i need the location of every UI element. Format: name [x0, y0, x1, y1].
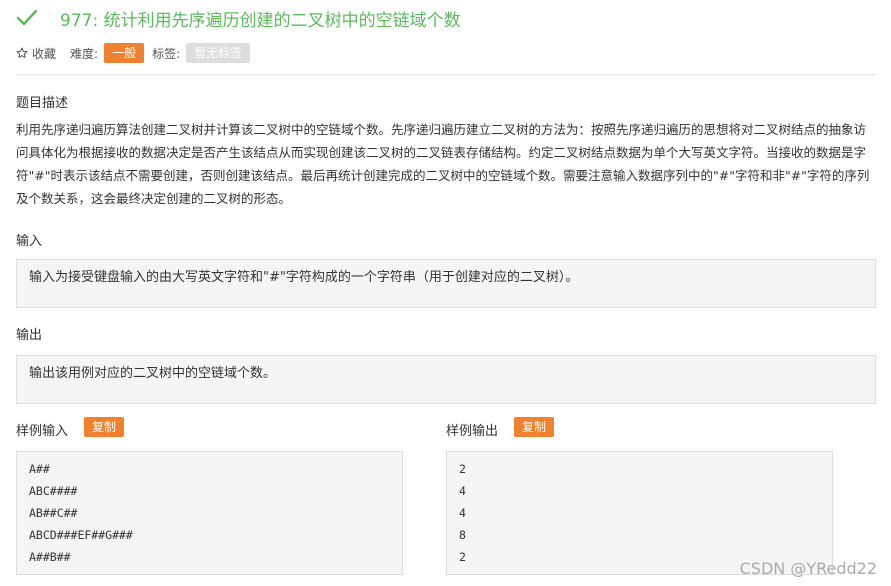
sample-output-line: 8 — [459, 528, 466, 542]
favorite-button[interactable]: 收藏 — [32, 45, 56, 62]
header-divider — [16, 74, 876, 75]
description-text: 利用先序递归遍历算法创建二叉树并计算该二叉树中的空链域个数。先序递归遍历建立二叉… — [16, 122, 870, 206]
star-icon[interactable] — [16, 47, 28, 59]
sample-input-box[interactable]: A## ABC#### AB##C## ABCD###EF##G### A##B… — [16, 451, 403, 575]
sample-output-line: 4 — [459, 506, 466, 520]
sample-output-heading: 样例输出 — [446, 424, 499, 439]
output-description-text: 输出该用例对应的二叉树中的空链域个数。 — [29, 366, 277, 381]
problem-title: 977: 统计利用先序遍历创建的二叉树中的空链域个数 — [60, 10, 461, 31]
problem-title-row: 977: 统计利用先序遍历创建的二叉树中的空链域个数 — [16, 5, 461, 31]
sample-input-line: AB##C## — [29, 506, 78, 520]
tags-label: 标签: — [152, 46, 181, 61]
input-description-text: 输入为接受键盘输入的由大写英文字符和"#"字符构成的一个字符串（用于创建对应的二… — [29, 270, 579, 285]
tag-badge: 暂无标签 — [186, 43, 251, 63]
input-heading: 输入 — [16, 234, 43, 249]
sample-input-line: A##B## — [29, 550, 71, 564]
description-heading: 题目描述 — [16, 96, 69, 111]
sample-input-line: ABC#### — [29, 484, 78, 498]
difficulty-badge: 一般 — [104, 43, 145, 63]
sample-input-line: ABCD###EF##G### — [29, 528, 133, 542]
check-icon — [16, 9, 38, 26]
sample-output-line: 4 — [459, 484, 466, 498]
sample-output-line: 2 — [459, 462, 466, 476]
input-description-box: 输入为接受键盘输入的由大写英文字符和"#"字符构成的一个字符串（用于创建对应的二… — [16, 259, 876, 308]
csdn-watermark: CSDN @YRedd22 — [739, 559, 877, 578]
sample-output-box[interactable]: 2 4 4 8 2 — [446, 451, 833, 575]
output-description-box: 输出该用例对应的二叉树中的空链域个数。 — [16, 355, 876, 404]
problem-meta: 收藏 难度: 一般 标签: 暂无标签 — [16, 42, 251, 64]
output-heading: 输出 — [16, 328, 43, 343]
difficulty-label: 难度: — [70, 46, 99, 61]
copy-sample-output-button[interactable]: 复制 — [514, 417, 555, 437]
sample-input-heading: 样例输入 — [16, 424, 69, 439]
copy-sample-input-button[interactable]: 复制 — [84, 417, 125, 437]
sample-input-line: A## — [29, 462, 50, 476]
